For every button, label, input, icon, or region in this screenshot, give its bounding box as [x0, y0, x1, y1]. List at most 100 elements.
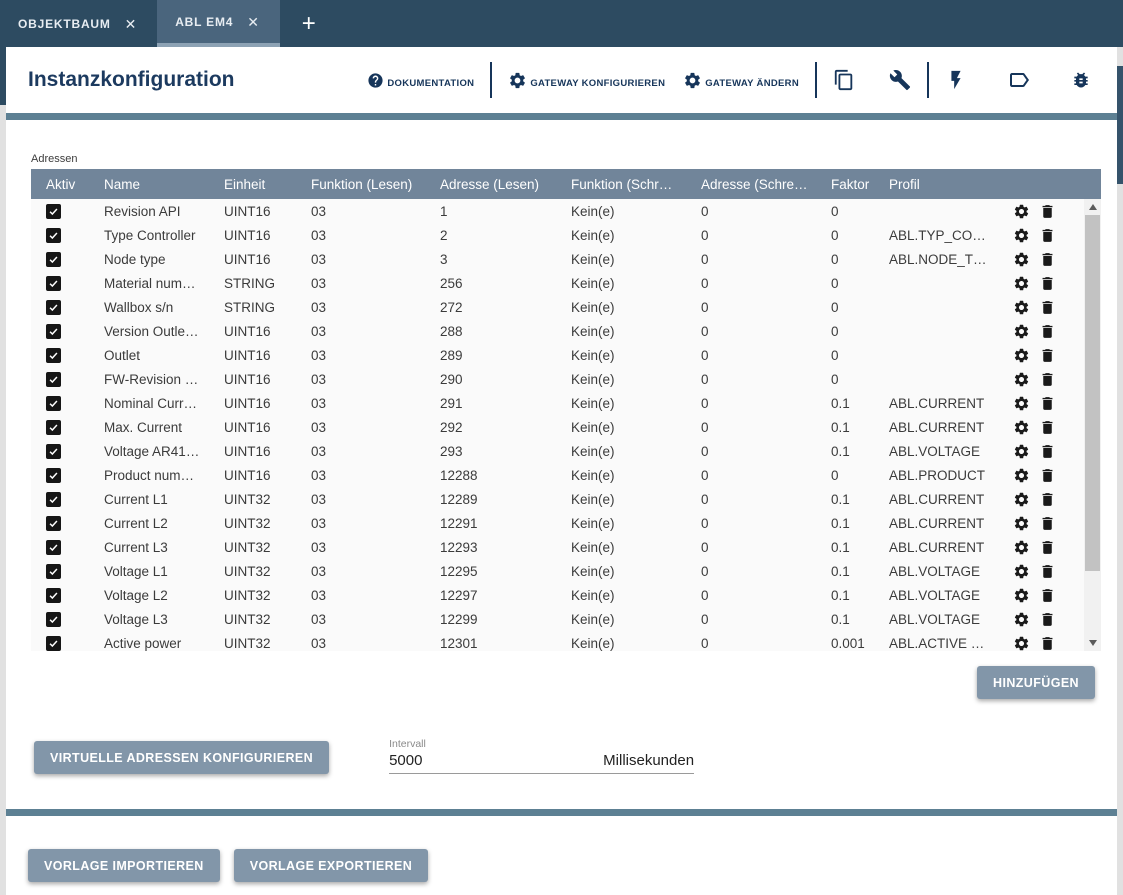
row-checkbox[interactable]: [46, 444, 61, 459]
row-settings-gear-icon[interactable]: [1013, 515, 1030, 532]
wrench-icon[interactable]: [889, 69, 911, 91]
table-row: Wallbox s/n STRING 03 272 Kein(e) 0 0: [31, 295, 1084, 319]
section-divider: [6, 809, 1117, 816]
row-settings-gear-icon[interactable]: [1013, 203, 1030, 220]
row-delete-trash-icon[interactable]: [1039, 539, 1056, 556]
copy-icon[interactable]: [833, 69, 855, 91]
lightning-icon[interactable]: [945, 69, 967, 91]
row-checkbox[interactable]: [46, 252, 61, 267]
row-checkbox[interactable]: [46, 300, 61, 315]
import-template-button[interactable]: VORLAGE IMPORTIEREN: [28, 849, 220, 882]
cell-name: Type Controller: [104, 228, 224, 243]
row-settings-gear-icon[interactable]: [1013, 251, 1030, 268]
cell-funktion-lesen: 03: [311, 492, 440, 507]
row-delete-trash-icon[interactable]: [1039, 611, 1056, 628]
bug-icon[interactable]: [1071, 70, 1091, 90]
row-checkbox[interactable]: [46, 396, 61, 411]
row-delete-trash-icon[interactable]: [1039, 515, 1056, 532]
row-delete-trash-icon[interactable]: [1039, 323, 1056, 340]
page-scrollbar-thumb[interactable]: [1117, 66, 1123, 184]
cell-adresse-schreiben: 0: [701, 228, 831, 243]
row-delete-trash-icon[interactable]: [1039, 635, 1056, 652]
row-settings-gear-icon[interactable]: [1013, 611, 1030, 628]
close-icon[interactable]: ✕: [247, 15, 260, 29]
export-template-button[interactable]: VORLAGE EXPORTIEREN: [234, 849, 428, 882]
row-checkbox[interactable]: [46, 612, 61, 627]
row-delete-trash-icon[interactable]: [1039, 299, 1056, 316]
table-scrollbar-thumb[interactable]: [1085, 215, 1100, 571]
row-settings-gear-icon[interactable]: [1013, 563, 1030, 580]
row-settings-gear-icon[interactable]: [1013, 323, 1030, 340]
cell-adresse-schreiben: 0: [701, 540, 831, 555]
row-settings-gear-icon[interactable]: [1013, 227, 1030, 244]
documentation-button[interactable]: DOKUMENTATION: [367, 72, 474, 89]
row-checkbox[interactable]: [46, 540, 61, 555]
gateway-change-button[interactable]: GATEWAY ÄNDERN: [683, 71, 799, 90]
row-delete-trash-icon[interactable]: [1039, 371, 1056, 388]
cell-name: Voltage L2: [104, 588, 224, 603]
row-checkbox[interactable]: [46, 372, 61, 387]
row-checkbox[interactable]: [46, 564, 61, 579]
row-delete-trash-icon[interactable]: [1039, 419, 1056, 436]
row-settings-gear-icon[interactable]: [1013, 419, 1030, 436]
row-delete-trash-icon[interactable]: [1039, 275, 1056, 292]
row-delete-trash-icon[interactable]: [1039, 443, 1056, 460]
row-settings-gear-icon[interactable]: [1013, 347, 1030, 364]
row-settings-gear-icon[interactable]: [1013, 467, 1030, 484]
tab-objektbaum[interactable]: OBJEKTBAUM ✕: [0, 0, 157, 47]
row-settings-gear-icon[interactable]: [1013, 539, 1030, 556]
row-checkbox[interactable]: [46, 276, 61, 291]
row-delete-trash-icon[interactable]: [1039, 587, 1056, 604]
cell-einheit: UINT16: [224, 420, 311, 435]
column-header-adresse-schreiben: Adresse (Schre…: [701, 177, 831, 192]
scroll-down-icon[interactable]: [1084, 635, 1101, 651]
table-body: Revision API UINT16 03 1 Kein(e) 0 0 Typ…: [31, 199, 1101, 651]
row-delete-trash-icon[interactable]: [1039, 395, 1056, 412]
row-settings-gear-icon[interactable]: [1013, 275, 1030, 292]
row-checkbox[interactable]: [46, 204, 61, 219]
cell-adresse-schreiben: 0: [701, 564, 831, 579]
row-delete-trash-icon[interactable]: [1039, 203, 1056, 220]
row-settings-gear-icon[interactable]: [1013, 443, 1030, 460]
row-settings-gear-icon[interactable]: [1013, 395, 1030, 412]
page-title: Instanzkonfiguration: [28, 68, 235, 92]
table-row: Node type UINT16 03 3 Kein(e) 0 0 ABL.NO…: [31, 247, 1084, 271]
row-checkbox[interactable]: [46, 348, 61, 363]
row-delete-trash-icon[interactable]: [1039, 467, 1056, 484]
tag-icon[interactable]: [1007, 68, 1031, 92]
close-icon[interactable]: ✕: [125, 17, 138, 31]
interval-input[interactable]: [389, 752, 509, 769]
gear-icon: [683, 71, 702, 90]
cell-einheit: UINT32: [224, 516, 311, 531]
cell-adresse-schreiben: 0: [701, 348, 831, 363]
cell-einheit: UINT32: [224, 492, 311, 507]
row-checkbox[interactable]: [46, 324, 61, 339]
row-checkbox[interactable]: [46, 636, 61, 651]
row-delete-trash-icon[interactable]: [1039, 563, 1056, 580]
row-checkbox[interactable]: [46, 516, 61, 531]
row-delete-trash-icon[interactable]: [1039, 251, 1056, 268]
row-settings-gear-icon[interactable]: [1013, 491, 1030, 508]
row-settings-gear-icon[interactable]: [1013, 587, 1030, 604]
cell-adresse-lesen: 290: [440, 372, 571, 387]
row-checkbox[interactable]: [46, 492, 61, 507]
cell-faktor: 0: [831, 468, 889, 483]
table-scrollbar[interactable]: [1084, 199, 1101, 651]
row-checkbox[interactable]: [46, 420, 61, 435]
row-checkbox[interactable]: [46, 468, 61, 483]
new-tab-button[interactable]: +: [280, 0, 338, 47]
row-delete-trash-icon[interactable]: [1039, 227, 1056, 244]
cell-faktor: 0.1: [831, 420, 889, 435]
row-delete-trash-icon[interactable]: [1039, 491, 1056, 508]
scroll-up-icon[interactable]: [1084, 199, 1101, 215]
row-checkbox[interactable]: [46, 228, 61, 243]
row-settings-gear-icon[interactable]: [1013, 635, 1030, 652]
gateway-configure-button[interactable]: GATEWAY KONFIGURIEREN: [508, 71, 665, 90]
row-settings-gear-icon[interactable]: [1013, 371, 1030, 388]
add-button[interactable]: HINZUFÜGEN: [977, 666, 1095, 699]
row-checkbox[interactable]: [46, 588, 61, 603]
row-settings-gear-icon[interactable]: [1013, 299, 1030, 316]
configure-virtual-addresses-button[interactable]: VIRTUELLE ADRESSEN KONFIGURIEREN: [34, 741, 329, 774]
row-delete-trash-icon[interactable]: [1039, 347, 1056, 364]
tab-abl-em4[interactable]: ABL EM4 ✕: [157, 0, 280, 47]
